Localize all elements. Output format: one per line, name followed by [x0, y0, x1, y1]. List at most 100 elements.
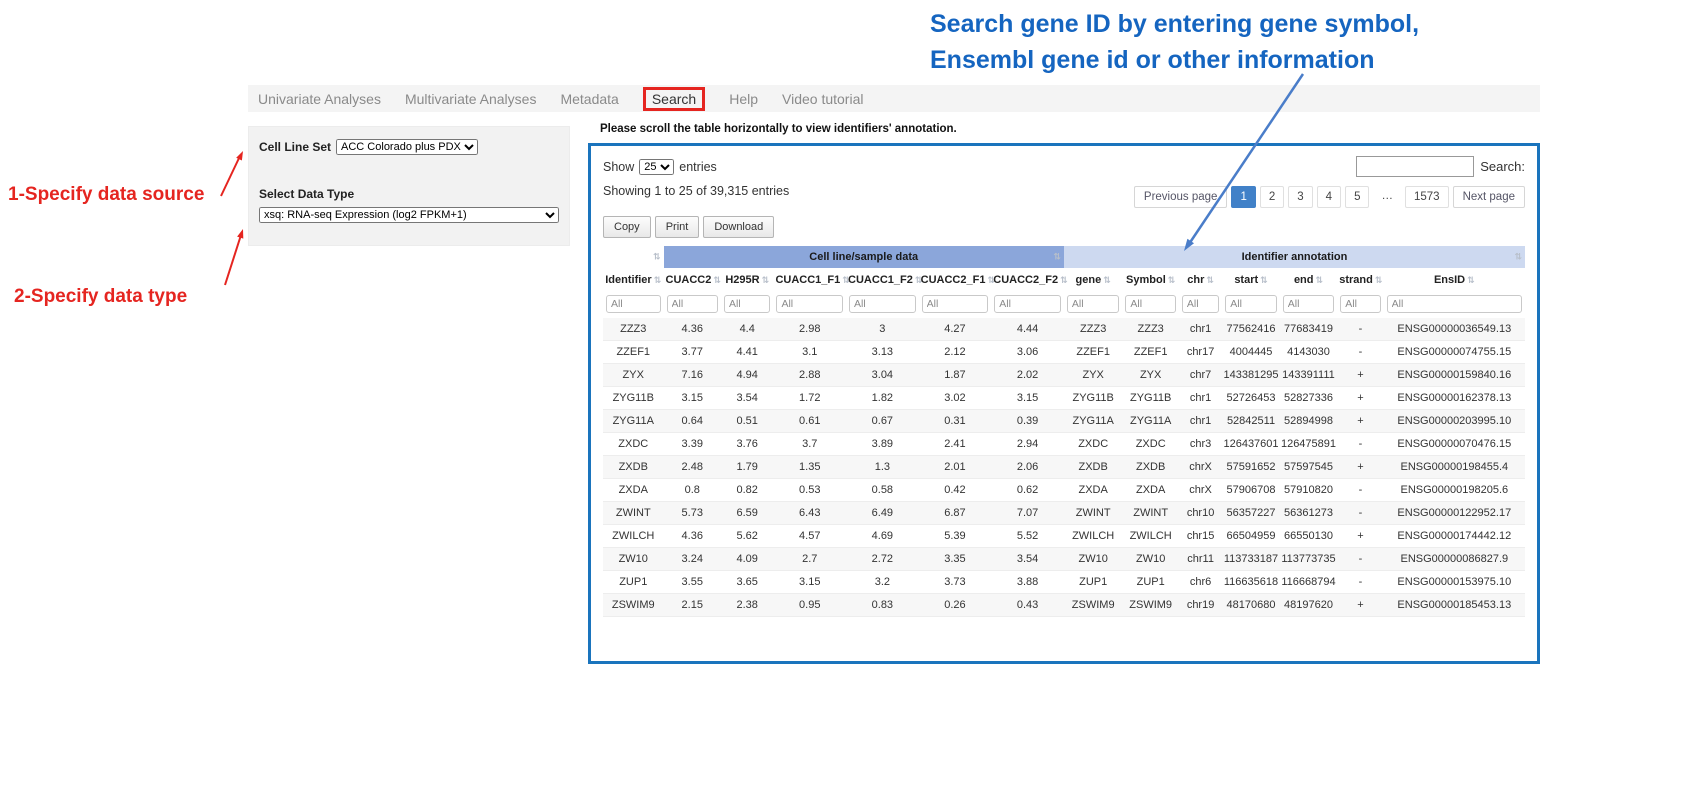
table-cell: 1.35 [773, 456, 846, 479]
data-type-select[interactable]: xsq: RNA-seq Expression (log2 FPKM+1) [259, 207, 559, 223]
column-header-cuacc2-f1[interactable]: CUACC2_F1⇅ [919, 268, 992, 292]
group-header-identifier[interactable]: ⇅ [603, 246, 664, 268]
table-cell: 52827336 [1280, 387, 1337, 410]
page-button-4[interactable]: 4 [1317, 186, 1341, 208]
column-header-identifier[interactable]: Identifier⇅ [603, 268, 664, 292]
column-header-end[interactable]: end⇅ [1280, 268, 1337, 292]
table-cell: 4.69 [846, 525, 919, 548]
column-header-symbol[interactable]: Symbol⇅ [1122, 268, 1178, 292]
column-header-cuacc1-f1[interactable]: CUACC1_F1⇅ [773, 268, 846, 292]
page-length-select[interactable]: 25 [639, 159, 674, 175]
filter-input-ensid[interactable] [1387, 295, 1522, 313]
column-label: Identifier [605, 274, 651, 286]
page-button-1[interactable]: 1 [1231, 186, 1255, 208]
page-button-3[interactable]: 3 [1288, 186, 1312, 208]
table-row: ZYG11B3.153.541.721.823.023.15ZYG11BZYG1… [603, 387, 1525, 410]
table-search-input[interactable] [1356, 156, 1474, 177]
filter-input-gene[interactable] [1067, 295, 1120, 313]
table-row: ZZZ34.364.42.9834.274.44ZZZ3ZZZ3chr17756… [603, 318, 1525, 341]
column-header-cuacc1-f2[interactable]: CUACC1_F2⇅ [846, 268, 919, 292]
table-cell: ZZZ3 [1064, 318, 1123, 341]
table-cell: ZW10 [1064, 548, 1123, 571]
column-label: CUACC1_F2 [848, 274, 913, 286]
table-cell: 2.12 [919, 341, 992, 364]
column-header-cuacc2-f2[interactable]: CUACC2_F2⇅ [991, 268, 1064, 292]
table-cell: ZYG11B [1064, 387, 1123, 410]
table-row: ZYG11A0.640.510.610.670.310.39ZYG11AZYG1… [603, 410, 1525, 433]
table-cell: ZW10 [603, 548, 664, 571]
table-row: ZXDB2.481.791.351.32.012.06ZXDBZXDBchrX5… [603, 456, 1525, 479]
column-header-ensid[interactable]: EnsID⇅ [1384, 268, 1525, 292]
table-cell: 5.52 [991, 525, 1064, 548]
nav-item-multivariate-analyses[interactable]: Multivariate Analyses [405, 91, 537, 107]
filter-cell [773, 292, 846, 318]
table-cell: ENSG00000162378.13 [1384, 387, 1525, 410]
table-row: ZUP13.553.653.153.23.733.88ZUP1ZUP1chr61… [603, 571, 1525, 594]
page-button-2[interactable]: 2 [1260, 186, 1284, 208]
print-button[interactable]: Print [655, 216, 700, 238]
table-cell: ZXDB [1064, 456, 1123, 479]
cell-line-set-select[interactable]: ACC Colorado plus PDX [336, 139, 478, 155]
table-cell: ZXDC [1122, 433, 1178, 456]
filter-input-cuacc2[interactable] [667, 295, 718, 313]
table-cell: chr15 [1179, 525, 1222, 548]
page-button-5[interactable]: 5 [1345, 186, 1369, 208]
nav-item-help[interactable]: Help [729, 91, 758, 107]
filter-input-end[interactable] [1283, 295, 1334, 313]
filter-input-cuacc2-f1[interactable] [922, 295, 989, 313]
table-cell: 116635618 [1222, 571, 1279, 594]
results-panel: Show 25 entries Search: Showing 1 to 25 … [588, 143, 1540, 664]
filter-input-cuacc1-f1[interactable] [776, 295, 843, 313]
table-cell: 77683419 [1280, 318, 1337, 341]
table-cell: 0.42 [919, 479, 992, 502]
nav-item-search[interactable]: Search [643, 87, 705, 111]
nav-item-univariate-analyses[interactable]: Univariate Analyses [258, 91, 381, 107]
column-header-h295r[interactable]: H295R⇅ [721, 268, 773, 292]
column-header-start[interactable]: start⇅ [1222, 268, 1279, 292]
group-header-identifier-annotation[interactable]: Identifier annotation⇅ [1064, 246, 1525, 268]
filter-input-strand[interactable] [1340, 295, 1380, 313]
table-cell: 4.36 [664, 318, 721, 341]
table-row: ZWILCH4.365.624.574.695.395.52ZWILCHZWIL… [603, 525, 1525, 548]
table-cell: 77562416 [1222, 318, 1279, 341]
download-button[interactable]: Download [703, 216, 774, 238]
filter-input-chr[interactable] [1182, 295, 1219, 313]
table-cell: 4.41 [721, 341, 773, 364]
entries-label: entries [679, 160, 717, 174]
table-cell: 0.67 [846, 410, 919, 433]
page-button-1573[interactable]: 1573 [1405, 186, 1449, 208]
filter-input-symbol[interactable] [1125, 295, 1175, 313]
copy-button[interactable]: Copy [603, 216, 651, 238]
column-header-chr[interactable]: chr⇅ [1179, 268, 1222, 292]
filter-input-h295r[interactable] [724, 295, 770, 313]
show-label: Show [603, 160, 634, 174]
column-header-strand[interactable]: strand⇅ [1337, 268, 1383, 292]
column-header-gene[interactable]: gene⇅ [1064, 268, 1123, 292]
column-label: CUACC2_F1 [921, 274, 986, 286]
nav-item-metadata[interactable]: Metadata [560, 91, 618, 107]
previous-page-button[interactable]: Previous page [1134, 186, 1228, 208]
table-row: ZWINT5.736.596.436.496.877.07ZWINTZWINTc… [603, 502, 1525, 525]
table-cell: ENSG00000036549.13 [1384, 318, 1525, 341]
group-header-sample-data[interactable]: Cell line/sample data⇅ [664, 246, 1064, 268]
filter-input-identifier[interactable] [606, 295, 661, 313]
filter-input-cuacc1-f2[interactable] [849, 295, 916, 313]
table-cell: 1.87 [919, 364, 992, 387]
table-cell: 57591652 [1222, 456, 1279, 479]
filter-cell [846, 292, 919, 318]
table-cell: 2.48 [664, 456, 721, 479]
table-cell: ZWILCH [1064, 525, 1123, 548]
table-cell: chr7 [1179, 364, 1222, 387]
table-cell: + [1337, 387, 1383, 410]
sort-icon: ⇅ [1316, 275, 1324, 285]
next-page-button[interactable]: Next page [1453, 186, 1525, 208]
filter-input-start[interactable] [1225, 295, 1276, 313]
table-cell: ZW10 [1122, 548, 1178, 571]
nav-item-video-tutorial[interactable]: Video tutorial [782, 91, 863, 107]
table-cell: - [1337, 502, 1383, 525]
table-cell: 4.44 [991, 318, 1064, 341]
table-cell: 3.04 [846, 364, 919, 387]
filter-input-cuacc2-f2[interactable] [994, 295, 1061, 313]
column-header-cuacc2[interactable]: CUACC2⇅ [664, 268, 721, 292]
table-cell: ZWINT [1064, 502, 1123, 525]
